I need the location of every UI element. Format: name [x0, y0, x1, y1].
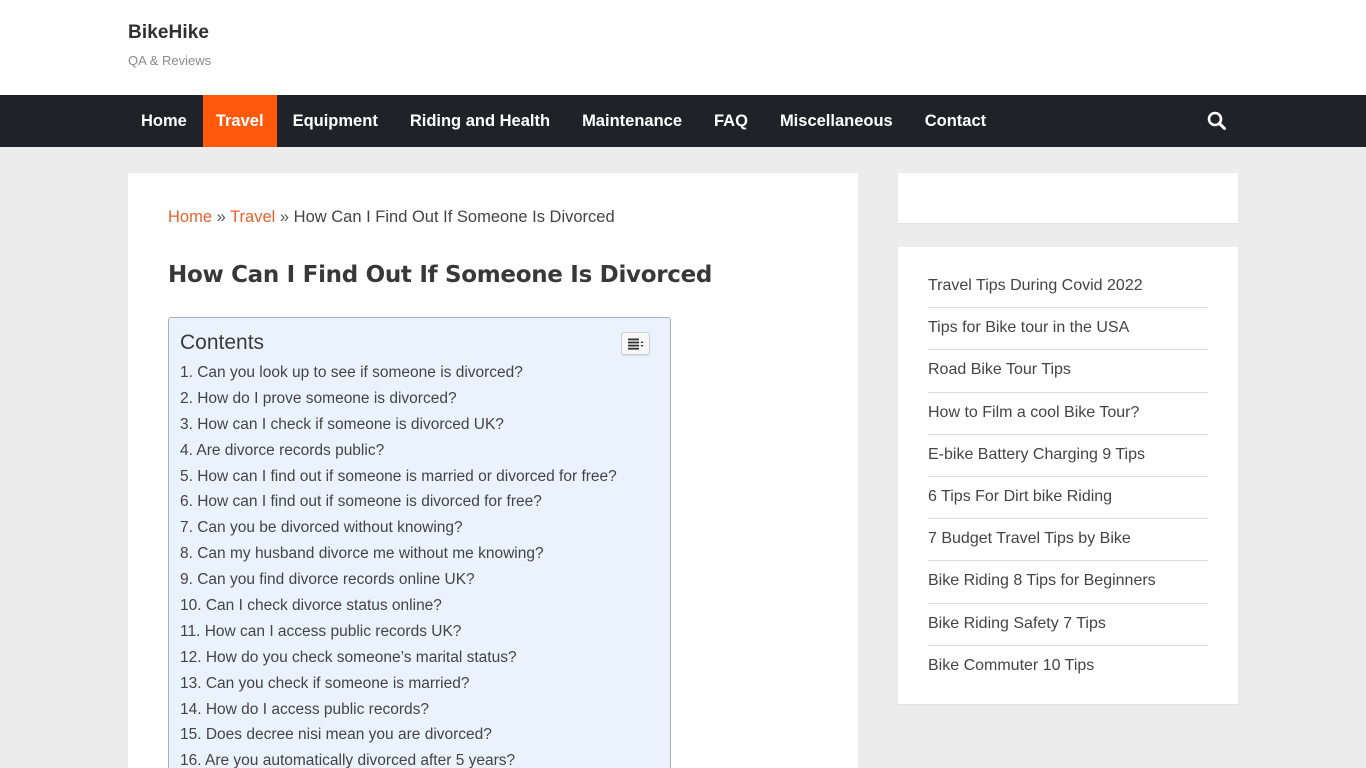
toc-toggle-button[interactable]: [621, 332, 650, 355]
recent-post-link[interactable]: Tips for Bike tour in the USA: [928, 308, 1208, 351]
toc-link[interactable]: 7. Can you be divorced without knowing?: [180, 515, 617, 541]
toc-link[interactable]: 14. How do I access public records?: [180, 697, 617, 723]
toc-link[interactable]: 9. Can you find divorce records online U…: [180, 567, 617, 593]
toc-link[interactable]: 4. Are divorce records public?: [180, 438, 617, 464]
search-button[interactable]: [1206, 110, 1228, 132]
recent-post-link[interactable]: Bike Commuter 10 Tips: [928, 646, 1208, 688]
toc-link[interactable]: 3. How can I check if someone is divorce…: [180, 412, 617, 438]
article-card: Home » Travel » How Can I Find Out If So…: [128, 173, 858, 768]
recent-posts-list: Travel Tips During Covid 2022 Tips for B…: [928, 266, 1208, 688]
toc-link[interactable]: 10. Can I check divorce status online?: [180, 593, 617, 619]
nav-item-maintenance[interactable]: Maintenance: [566, 95, 698, 147]
nav-item-equipment[interactable]: Equipment: [277, 95, 394, 147]
recent-post-link[interactable]: Travel Tips During Covid 2022: [928, 266, 1208, 309]
breadcrumb: Home » Travel » How Can I Find Out If So…: [168, 208, 615, 227]
recent-post-link[interactable]: Bike Riding Safety 7 Tips: [928, 604, 1208, 646]
toc-link[interactable]: 1. Can you look up to see if someone is …: [180, 360, 617, 386]
recent-post-link[interactable]: 7 Budget Travel Tips by Bike: [928, 519, 1208, 562]
recent-post-link[interactable]: 6 Tips For Dirt bike Riding: [928, 477, 1208, 520]
toc-link[interactable]: 12. How do you check someone’s marital s…: [180, 645, 617, 671]
nav-item-home[interactable]: Home: [125, 95, 203, 147]
breadcrumb-separator: »: [216, 208, 231, 226]
site-tagline: QA & Reviews: [128, 53, 212, 68]
table-of-contents: Contents 1. Can you look up to see if so…: [168, 317, 671, 768]
toc-link[interactable]: 15. Does decree nisi mean you are divorc…: [180, 722, 617, 748]
toc-link[interactable]: 8. Can my husband divorce me without me …: [180, 541, 617, 567]
toc-link[interactable]: 5. How can I find out if someone is marr…: [180, 464, 617, 490]
recent-post-link[interactable]: How to Film a cool Bike Tour?: [928, 393, 1208, 435]
toc-link[interactable]: 13. Can you check if someone is married?: [180, 671, 617, 697]
page-title: How Can I Find Out If Someone Is Divorce…: [168, 262, 713, 288]
nav-item-faq[interactable]: FAQ: [698, 95, 764, 147]
toc-link[interactable]: 6. How can I find out if someone is divo…: [180, 489, 617, 515]
nav-item-miscellaneous[interactable]: Miscellaneous: [764, 95, 909, 147]
recent-post-link[interactable]: E-bike Battery Charging 9 Tips: [928, 435, 1208, 477]
toc-link[interactable]: 2. How do I prove someone is divorced?: [180, 386, 617, 412]
toc-link[interactable]: 11. How can I access public records UK?: [180, 619, 617, 645]
site-title-link[interactable]: BikeHike: [128, 22, 209, 44]
breadcrumb-current: How Can I Find Out If Someone Is Divorce…: [293, 208, 615, 226]
recent-post-link[interactable]: Road Bike Tour Tips: [928, 350, 1208, 393]
breadcrumb-travel-link[interactable]: Travel: [230, 208, 275, 226]
toc-list: 1. Can you look up to see if someone is …: [180, 360, 617, 768]
recent-post-link[interactable]: Bike Riding 8 Tips for Beginners: [928, 561, 1208, 604]
nav-item-travel[interactable]: Travel: [202, 95, 277, 147]
breadcrumb-home-link[interactable]: Home: [168, 208, 212, 226]
sidebar-recent-posts: Travel Tips During Covid 2022 Tips for B…: [898, 247, 1238, 704]
toc-title: Contents: [180, 331, 265, 354]
nav-item-riding-and-health[interactable]: Riding and Health: [394, 95, 566, 147]
breadcrumb-separator: »: [279, 208, 294, 226]
nav-item-contact[interactable]: Contact: [909, 95, 1002, 147]
sidebar-empty-widget: [898, 173, 1238, 223]
toc-link[interactable]: 16. Are you automatically divorced after…: [180, 748, 617, 768]
main-navigation: Home Travel Equipment Riding and Health …: [0, 95, 1366, 147]
list-toggle-icon: [627, 338, 643, 350]
site-header: BikeHike QA & Reviews: [0, 0, 1366, 95]
search-icon: [1207, 111, 1226, 130]
